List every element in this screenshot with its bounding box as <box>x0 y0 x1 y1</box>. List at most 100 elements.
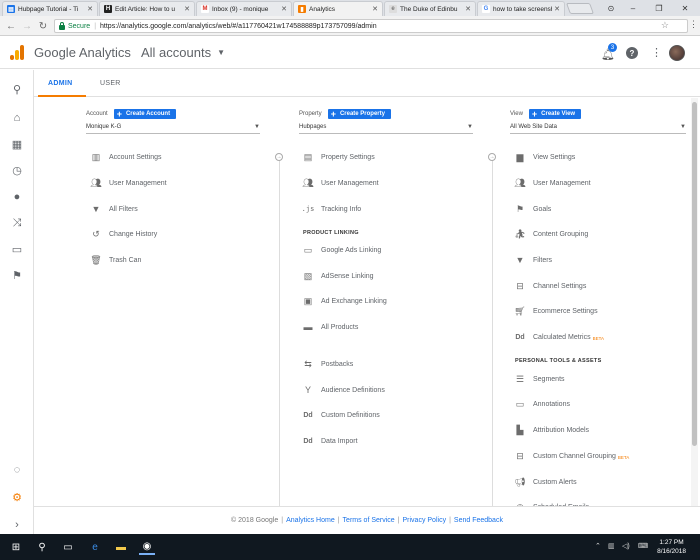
ad-exchange-linking-link[interactable]: ▣ Ad Exchange Linking <box>302 296 387 306</box>
tray-arrow-icon[interactable]: ⌃ <box>595 542 601 550</box>
postbacks-icon: ⇆ <box>304 358 312 369</box>
change-history-link[interactable]: ↺ Change History <box>90 229 157 239</box>
reload-icon[interactable]: ↻ <box>36 19 50 33</box>
audience-definitions-link[interactable]: Y Audience Definitions <box>302 385 385 395</box>
new-tab-button[interactable] <box>565 3 595 14</box>
expand-chevron-icon[interactable]: › <box>10 518 24 532</box>
all-filters-link[interactable]: ▼ All Filters <box>90 204 138 214</box>
filter-icon: ▼ <box>91 204 101 214</box>
chrome-menu-icon[interactable]: ⋮ <box>689 19 698 30</box>
avatar[interactable] <box>669 45 685 61</box>
calculated-metrics-link[interactable]: Dd Calculated Metrics BETA <box>514 332 604 342</box>
analytics-home-link[interactable]: Analytics Home <box>286 517 335 524</box>
segments-link[interactable]: ☰ Segments <box>514 374 565 384</box>
content-grouping-link[interactable]: ⛹︎ Content Grouping <box>514 229 588 239</box>
custom-alerts-link[interactable]: 📢︎ Custom Alerts <box>514 477 576 487</box>
data-import-link[interactable]: Dd Data Import <box>302 436 357 446</box>
conversions-flag-icon[interactable]: ⚑ <box>10 268 24 282</box>
close-tab-icon[interactable]: ✕ <box>87 5 93 13</box>
all-products-link[interactable]: ▬ All Products <box>302 322 359 332</box>
volume-icon[interactable]: ◁) <box>622 542 630 550</box>
realtime-clock-icon[interactable]: ◷ <box>10 163 24 177</box>
browser-tab-edit-article[interactable]: H Edit Article: How to u ✕ <box>99 1 195 16</box>
terms-of-service-link[interactable]: Terms of Service <box>343 517 395 524</box>
create-account-button[interactable]: + Create Account <box>113 109 177 119</box>
audience-person-icon[interactable]: ● <box>10 190 24 204</box>
close-tab-icon[interactable]: ✕ <box>281 5 287 13</box>
create-view-button[interactable]: + Create View <box>528 109 582 119</box>
custom-channel-grouping-link[interactable]: ⊟ Custom Channel Grouping BETA <box>514 451 629 461</box>
chrome-icon[interactable]: ◉ <box>139 539 155 555</box>
plus-icon: + <box>531 109 538 119</box>
account-column-header: Account + Create Account <box>86 109 177 119</box>
taskbar-clock[interactable]: 1:27 PM 8/16/2018 <box>657 538 686 556</box>
back-arrow-icon[interactable]: ← <box>4 19 18 33</box>
url-input[interactable]: Secure | https://analytics.google.com/an… <box>54 19 688 33</box>
close-tab-icon[interactable]: ✕ <box>184 5 190 13</box>
property-select[interactable]: Hubpages ▼ <box>299 124 473 134</box>
bookmark-star-icon[interactable]: ☆ <box>661 20 669 31</box>
behavior-icon[interactable]: ▭ <box>10 242 24 256</box>
search-icon[interactable]: ⚲ <box>34 539 50 555</box>
adsense-linking-link[interactable]: ▧ AdSense Linking <box>302 271 374 281</box>
help-icon[interactable]: ? <box>626 47 638 59</box>
view-filters-link[interactable]: ▼ Filters <box>514 255 553 265</box>
dropdown-arrow-icon: ▼ <box>680 124 686 130</box>
keyboard-icon[interactable]: ⌨ <box>638 542 648 550</box>
tab-admin[interactable]: ADMIN <box>48 80 72 87</box>
minimize-window-icon[interactable]: – <box>622 0 644 16</box>
view-user-management-link[interactable]: 👥︎ User Management <box>514 177 590 188</box>
people-icon: 👥︎ <box>514 177 526 188</box>
more-options-icon[interactable]: ⋮ <box>651 46 662 59</box>
ecommerce-settings-link[interactable]: 🛒︎ Ecommerce Settings <box>514 306 597 316</box>
acquisition-icon[interactable]: ⤨ <box>10 216 24 230</box>
tab-user[interactable]: USER <box>100 80 121 87</box>
tracking-info-link[interactable]: .js Tracking Info <box>302 204 362 214</box>
channel-icon: ⊟ <box>516 280 524 291</box>
google-ads-linking-link[interactable]: ▭ Google Ads Linking <box>302 245 382 255</box>
account-select[interactable]: Monique K-G ▼ <box>86 124 260 134</box>
property-user-management-link[interactable]: 👥︎ User Management <box>302 178 378 188</box>
customization-icon[interactable]: ▦ <box>10 137 24 151</box>
gmail-favicon-icon: M <box>201 5 209 13</box>
close-tab-icon[interactable]: ✕ <box>554 5 560 13</box>
browser-tab-hubpage[interactable]: ▤ Hubpage Tutorial - Ti ✕ <box>2 1 98 16</box>
browser-tab-duke[interactable]: e The Duke of Edinbu ✕ <box>384 1 476 16</box>
postbacks-link[interactable]: ⇆ Postbacks <box>302 359 353 369</box>
file-explorer-icon[interactable]: ▬ <box>113 539 129 555</box>
windows-start-icon[interactable]: ⊞ <box>8 539 24 555</box>
home-icon[interactable]: ⌂ <box>10 111 24 125</box>
account-settings-link[interactable]: ▥ Account Settings <box>90 152 162 162</box>
send-feedback-link[interactable]: Send Feedback <box>454 517 503 524</box>
account-selector[interactable]: All accounts ▼ <box>141 45 225 60</box>
create-property-button[interactable]: + Create Property <box>327 109 391 119</box>
view-label: View <box>510 111 523 117</box>
goals-link[interactable]: ⚑ Goals <box>514 204 551 214</box>
privacy-policy-link[interactable]: Privacy Policy <box>403 517 447 524</box>
browser-tab-analytics[interactable]: ▮ Analytics ✕ <box>293 1 383 16</box>
trash-can-link[interactable]: 🗑︎ Trash Can <box>90 255 141 265</box>
edge-browser-icon[interactable]: e <box>87 539 103 555</box>
view-settings-link[interactable]: ▆ View Settings <box>514 152 576 162</box>
close-tab-icon[interactable]: ✕ <box>372 5 378 13</box>
browser-tab-google-search[interactable]: G how to take screensh ✕ <box>477 1 565 16</box>
discover-lightbulb-icon[interactable]: ◌ <box>10 463 24 477</box>
view-select[interactable]: All Web Site Data ▼ <box>510 124 686 134</box>
close-window-icon[interactable]: ✕ <box>674 0 696 16</box>
network-icon[interactable]: ▥ <box>608 542 615 550</box>
task-view-icon[interactable]: ▭ <box>60 539 76 555</box>
admin-gear-icon[interactable]: ⚙ <box>10 490 24 504</box>
attribution-models-link[interactable]: ▙ Attribution Models <box>514 425 590 435</box>
forward-arrow-icon[interactable]: → <box>20 19 34 33</box>
browser-tab-inbox[interactable]: M Inbox (9) - monique ✕ <box>196 1 292 16</box>
restore-window-icon[interactable]: ❐ <box>648 0 670 16</box>
search-icon[interactable]: ⚲ <box>10 82 24 96</box>
annotations-link[interactable]: ▭ Annotations <box>514 399 570 409</box>
custom-definitions-link[interactable]: Dd Custom Definitions <box>302 410 379 420</box>
close-tab-icon[interactable]: ✕ <box>465 5 471 13</box>
property-settings-link[interactable]: ▤ Property Settings <box>302 152 375 162</box>
account-user-management-link[interactable]: 👥︎ User Management <box>90 178 166 188</box>
channel-settings-link[interactable]: ⊟ Channel Settings <box>514 281 586 291</box>
scrollbar-thumb[interactable] <box>692 102 697 446</box>
profile-icon[interactable]: ⊙ <box>600 0 622 16</box>
